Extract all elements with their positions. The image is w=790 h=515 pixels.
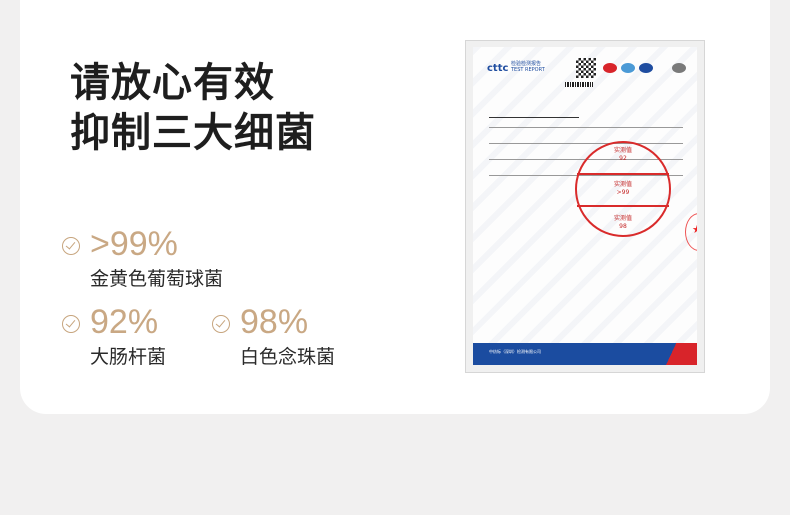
report-footer-text: 中纺标（深圳）检测有限公司 — [489, 349, 541, 354]
stat-label: 大肠杆菌 — [90, 346, 167, 368]
headline-line-1: 请放心有效 — [70, 60, 275, 106]
ilac-badge-icon — [621, 63, 635, 73]
report-line — [489, 143, 683, 144]
stamp-value-staph: >99 — [616, 189, 630, 196]
stat-value: 92% — [90, 303, 159, 341]
cert-badge-icon — [672, 63, 686, 73]
stat-label: 白色念珠菌 — [240, 346, 336, 368]
check-circle-icon — [212, 315, 230, 333]
cma-badge-icon — [603, 63, 617, 73]
qr-code-icon — [576, 58, 596, 78]
stat-ecoli: 92% 大肠杆菌 — [62, 304, 166, 369]
stat-value: 98% — [240, 303, 309, 341]
stamp-value-ecoli: 92 — [619, 155, 627, 162]
check-circle-icon — [62, 237, 80, 255]
cnas-badge-icon — [639, 63, 653, 73]
report-logo-subtitle: 检验检测报告 TEST REPORT — [511, 61, 545, 73]
headline: 请放心有效 抑制三大细菌 — [70, 58, 316, 158]
stat-staph: >99% 金黄色葡萄球菌 — [62, 226, 223, 291]
test-result-stamp: 实测值 92 实测值 >99 实测值 98 — [575, 141, 671, 237]
stat-label: 金黄色葡萄球菌 — [90, 268, 224, 290]
report-logo: cttc — [487, 63, 509, 74]
report-line — [489, 117, 579, 118]
check-circle-icon — [62, 315, 80, 333]
report-footer-bar: 中纺标（深圳）检测有限公司 — [473, 343, 697, 365]
report-line — [489, 127, 683, 128]
official-seal-icon — [685, 213, 697, 251]
test-report-image: cttc 检验检测报告 TEST REPORT 实测值 92 实测值 >99 实… — [465, 40, 705, 373]
stat-value: >99% — [90, 225, 178, 263]
barcode-icon — [565, 82, 593, 87]
stamp-value-candida: 98 — [619, 223, 627, 230]
stat-candida: 98% 白色念珠菌 — [212, 304, 335, 369]
test-report-sheet: cttc 检验检测报告 TEST REPORT 实测值 92 实测值 >99 实… — [473, 47, 697, 365]
headline-line-2: 抑制三大细菌 — [70, 110, 316, 156]
